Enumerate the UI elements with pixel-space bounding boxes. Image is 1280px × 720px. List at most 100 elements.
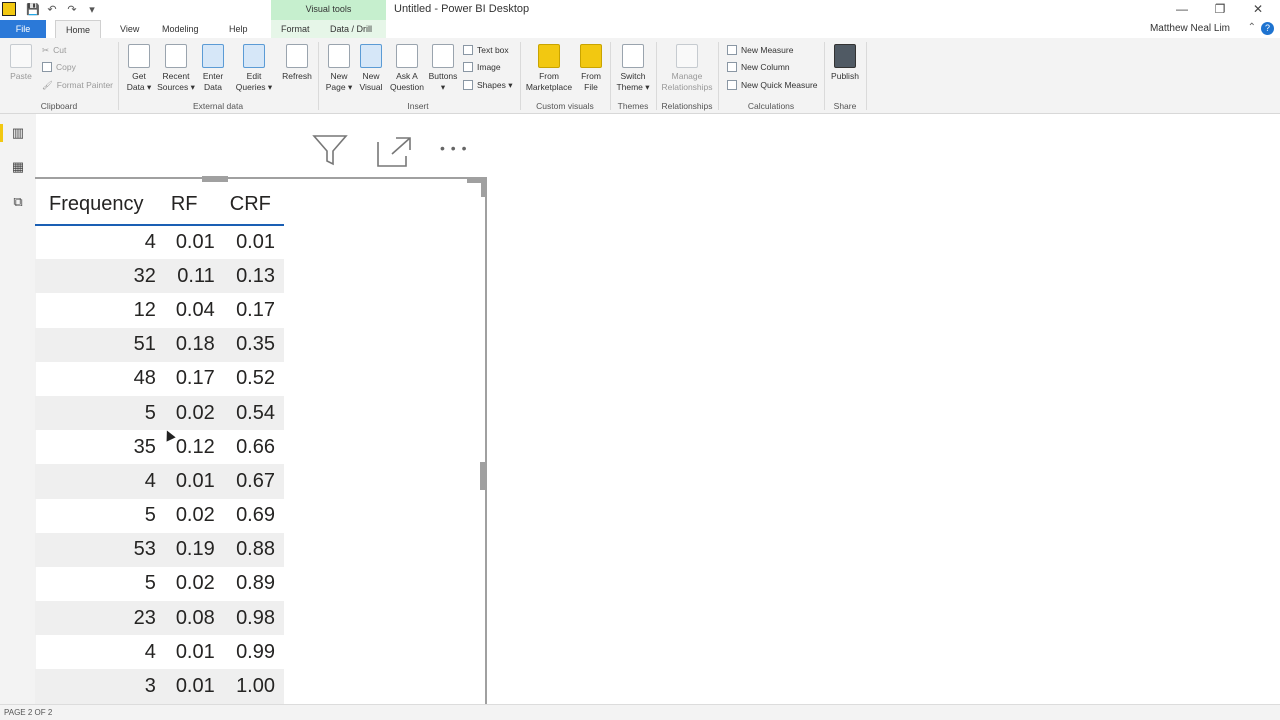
paste-icon <box>10 44 32 68</box>
status-bar: PAGE 2 OF 2 <box>0 704 1280 720</box>
calculations-group-label: Calculations <box>747 101 795 111</box>
cell-frequency: 48 <box>133 367 156 390</box>
themes-group-label: Themes <box>617 101 649 111</box>
recent-sources-button[interactable]: Recent Sources ▾ <box>156 44 196 93</box>
text-box-button[interactable]: Text box <box>463 43 509 57</box>
new-page-button[interactable]: New Page ▾ <box>323 44 355 93</box>
column-icon <box>727 62 737 72</box>
ribbon-separator <box>656 42 657 110</box>
visual-tools-label: Visual tools <box>271 0 386 20</box>
buttons-icon <box>432 44 454 68</box>
resize-handle-corner[interactable] <box>467 177 487 197</box>
focus-mode-icon[interactable] <box>376 136 412 173</box>
cell-frequency: 12 <box>133 298 156 321</box>
custom-visuals-group-label: Custom visuals <box>536 101 594 111</box>
table-row: 32 0.11 0.13 <box>35 259 284 294</box>
table-row: 5 0.02 0.54 <box>35 395 284 431</box>
cell-crf: 0.88 <box>223 532 284 567</box>
table-row: 4 0.01 0.67 <box>35 464 284 499</box>
calculator-icon <box>727 45 737 55</box>
new-measure-button[interactable]: New Measure <box>727 43 793 57</box>
image-icon <box>463 62 473 72</box>
cell-crf: 0.69 <box>236 504 275 527</box>
enter-data-button[interactable]: Enter Data <box>198 44 228 93</box>
data-view-icon[interactable]: ▦ <box>10 159 26 175</box>
resize-handle-top[interactable] <box>202 176 228 182</box>
ribbon-separator <box>118 42 119 110</box>
cut-button[interactable]: ✂ Cut <box>42 43 66 57</box>
tab-help[interactable]: Help <box>219 20 258 38</box>
report-view-icon[interactable]: ▥ <box>10 125 26 141</box>
from-marketplace-button[interactable]: From Marketplace <box>524 44 574 93</box>
user-name[interactable]: Matthew Neal Lim <box>1150 23 1230 34</box>
get-data-icon <box>128 44 150 68</box>
shapes-button[interactable]: Shapes ▾ <box>463 78 512 92</box>
share-group-label: Share <box>833 101 857 111</box>
recent-sources-icon <box>165 44 187 68</box>
switch-theme-button[interactable]: Switch Theme ▾ <box>614 44 652 93</box>
tab-home[interactable]: Home <box>55 20 102 38</box>
cell-crf: 0.52 <box>236 367 275 390</box>
new-column-button[interactable]: New Column <box>727 60 790 74</box>
help-icon[interactable]: ? <box>1261 22 1274 35</box>
resize-handle-right[interactable] <box>480 462 487 490</box>
text-box-icon <box>463 45 473 55</box>
column-header-rf[interactable]: RF <box>164 185 224 226</box>
publish-button[interactable]: Publish <box>828 44 862 82</box>
frequency-table[interactable]: Frequency RF CRF 4 0.01 0.01 32 0.11 0.13 12… <box>35 185 284 704</box>
cell-rf: 0.17 <box>175 367 215 390</box>
buttons-button[interactable]: Buttons ▾ <box>426 44 460 93</box>
tab-file[interactable]: File <box>0 20 46 38</box>
new-visual-button[interactable]: New Visual <box>357 44 385 93</box>
collapse-ribbon-icon[interactable]: ⌃ <box>1248 22 1256 33</box>
redo-icon[interactable]: ↷ <box>66 3 78 16</box>
filter-icon[interactable] <box>312 133 348 172</box>
image-button[interactable]: Image <box>463 60 501 74</box>
cut-icon: ✂ <box>42 45 50 55</box>
more-options-icon[interactable]: • • • <box>440 140 467 156</box>
theme-icon <box>622 44 644 68</box>
new-quick-measure-button[interactable]: New Quick Measure <box>727 78 818 92</box>
tab-format[interactable]: Format <box>271 20 320 38</box>
table-row: 35 0.12 0.66 <box>35 430 284 464</box>
paste-button[interactable]: Paste <box>6 44 36 82</box>
quick-access-toolbar: 💾 ↶ ↷ ▾ <box>26 3 98 16</box>
undo-icon[interactable]: ↶ <box>46 3 58 16</box>
cell-frequency: 5 <box>144 572 156 595</box>
ribbon-separator <box>718 42 719 110</box>
column-header-frequency[interactable]: Frequency <box>35 185 165 226</box>
brush-icon: 🖌 <box>42 80 53 90</box>
model-view-icon[interactable]: ⧉ <box>10 194 26 210</box>
close-button[interactable]: ✕ <box>1248 2 1268 16</box>
manage-relationships-button[interactable]: Manage Relationships <box>660 44 714 93</box>
tab-view[interactable]: View <box>110 20 149 38</box>
format-painter-button[interactable]: 🖌 Format Painter <box>42 78 113 92</box>
edit-queries-icon <box>243 44 265 68</box>
cell-crf: 0.66 <box>236 435 275 458</box>
ribbon-separator <box>520 42 521 110</box>
save-icon[interactable]: 💾 <box>26 3 40 16</box>
refresh-button[interactable]: Refresh <box>280 44 314 82</box>
cell-crf: 0.67 <box>223 464 284 499</box>
ask-question-button[interactable]: Ask A Question <box>388 44 426 93</box>
customize-qat-icon[interactable]: ▾ <box>86 3 98 16</box>
quick-measure-icon <box>727 80 737 90</box>
cell-frequency: 35 <box>133 435 156 458</box>
cell-frequency: 32 <box>35 259 165 294</box>
minimize-button[interactable]: — <box>1172 2 1192 16</box>
table-row: 53 0.19 0.88 <box>35 532 284 567</box>
column-header-crf[interactable]: CRF <box>223 185 284 226</box>
table-row: 4 0.01 0.01 <box>35 225 284 259</box>
from-file-button[interactable]: From File <box>576 44 606 93</box>
ribbon-separator <box>610 42 611 110</box>
copy-button[interactable]: Copy <box>42 60 76 74</box>
table-row: 5 0.02 0.89 <box>35 567 284 601</box>
restore-button[interactable]: ❐ <box>1210 2 1230 16</box>
tab-modeling[interactable]: Modeling <box>152 20 209 38</box>
edit-queries-button[interactable]: Edit Queries ▾ <box>234 44 274 93</box>
tab-data-drill[interactable]: Data / Drill <box>320 20 386 38</box>
relationships-group-label: Relationships <box>661 101 713 111</box>
cell-rf: 0.01 <box>164 669 224 704</box>
ribbon-tabs: File Home View Modeling Help Format Data… <box>0 20 1280 38</box>
get-data-button[interactable]: Get Data ▾ <box>124 44 154 93</box>
